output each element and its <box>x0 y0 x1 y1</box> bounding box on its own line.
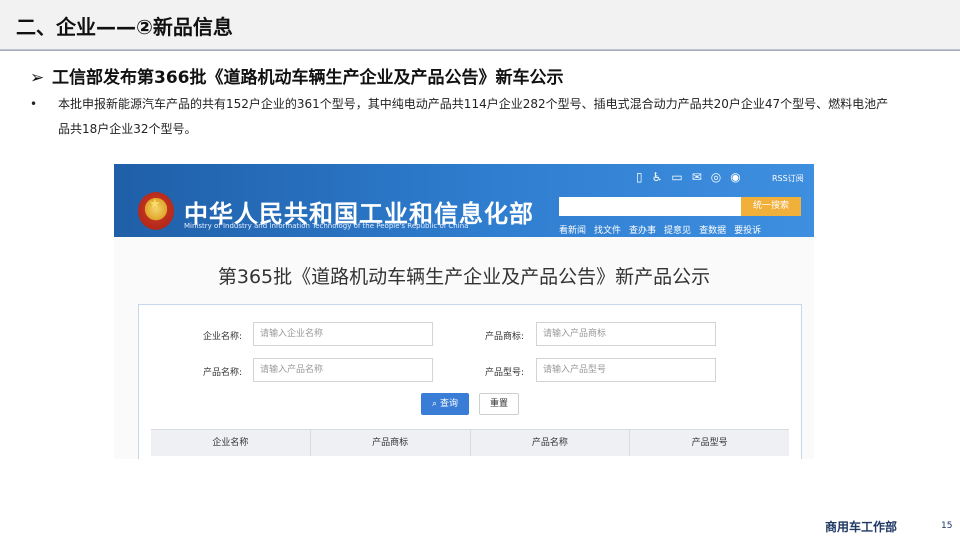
query-button[interactable]: ⌕ 查询 <box>421 393 469 415</box>
weibo-icon[interactable]: ◉ <box>730 170 740 184</box>
ministry-banner: 中华人民共和国工业和信息化部 Ministry of Industry and … <box>114 164 814 237</box>
nav-item[interactable]: 看新闻 <box>559 223 586 236</box>
footer-department: 商用车工作部 <box>825 520 898 534</box>
nav-item[interactable]: 提意见 <box>664 223 691 236</box>
column-header[interactable]: 产品型号 <box>630 430 789 456</box>
search-form-panel: 企业名称: 请输入企业名称 产品商标: 请输入产品商标 产品名称: 请输入产品名… <box>138 304 802 459</box>
mail-icon[interactable]: ✉ <box>692 170 702 184</box>
national-emblem-icon <box>138 192 174 230</box>
column-header[interactable]: 产品名称 <box>471 430 631 456</box>
brand-input[interactable]: 请输入产品商标 <box>536 322 716 346</box>
query-button-label: 查询 <box>439 399 458 409</box>
nav-item[interactable]: 查数据 <box>699 223 726 236</box>
section-heading-text: 工信部发布第366批《道路机动车辆生产企业及产品公告》新车公示 <box>52 68 564 88</box>
slide-title-bar: 二、企业——②新品信息 <box>0 0 960 51</box>
model-input[interactable]: 请输入产品型号 <box>536 358 716 382</box>
bullet-text: 本批申报新能源汽车产品的共有152户企业的361个型号，其中纯电动产品共114户… <box>58 97 889 136</box>
search-input[interactable] <box>559 197 741 216</box>
column-header[interactable]: 企业名称 <box>151 430 311 456</box>
website-screenshot: 中华人民共和国工业和信息化部 Ministry of Industry and … <box>114 164 814 459</box>
search-icon: ⌕ <box>432 399 440 409</box>
top-nav: 看新闻 找文件 查办事 提意见 查数据 要投诉 <box>559 223 761 236</box>
nav-item[interactable]: 查办事 <box>629 223 656 236</box>
unified-search-button[interactable]: 统一搜索 <box>741 197 801 216</box>
model-label: 产品型号: <box>485 368 525 378</box>
nav-item[interactable]: 找文件 <box>594 223 621 236</box>
nav-item[interactable]: 要投诉 <box>734 223 761 236</box>
mobile-icon[interactable]: ▯ <box>636 170 643 184</box>
page-number: 15 <box>941 521 953 531</box>
page-title: 第365批《道路机动车辆生产企业及产品公告》新产品公示 <box>217 266 711 288</box>
top-icon-bar: ▯ ♿ ▭ ✉ ◎ ◉ <box>636 170 741 184</box>
ministry-name-en: Ministry of Industry and Information Tec… <box>184 222 469 230</box>
title-divider <box>0 49 960 51</box>
company-label: 企业名称: <box>203 332 243 342</box>
results-table-header: 企业名称 产品商标 产品名称 产品型号 <box>151 429 789 456</box>
company-name-input[interactable]: 请输入企业名称 <box>253 322 433 346</box>
column-header[interactable]: 产品商标 <box>311 430 471 456</box>
slide-title: 二、企业——②新品信息 <box>16 15 233 39</box>
arrow-bullet-icon: ➢ <box>30 68 45 88</box>
section-heading: ➢ 工信部发布第366批《道路机动车辆生产企业及产品公告》新车公示 <box>30 63 564 88</box>
product-label: 产品名称: <box>203 368 243 378</box>
reset-button[interactable]: 重置 <box>479 393 519 415</box>
phone-icon[interactable]: ▭ <box>671 170 682 184</box>
product-name-input[interactable]: 请输入产品名称 <box>253 358 433 382</box>
accessibility-icon[interactable]: ♿ <box>652 170 663 184</box>
bullet-dot-icon: • <box>30 97 38 111</box>
brand-label: 产品商标: <box>485 332 525 342</box>
wechat-icon[interactable]: ◎ <box>711 170 721 184</box>
rss-link[interactable]: RSS订阅 <box>772 173 804 184</box>
